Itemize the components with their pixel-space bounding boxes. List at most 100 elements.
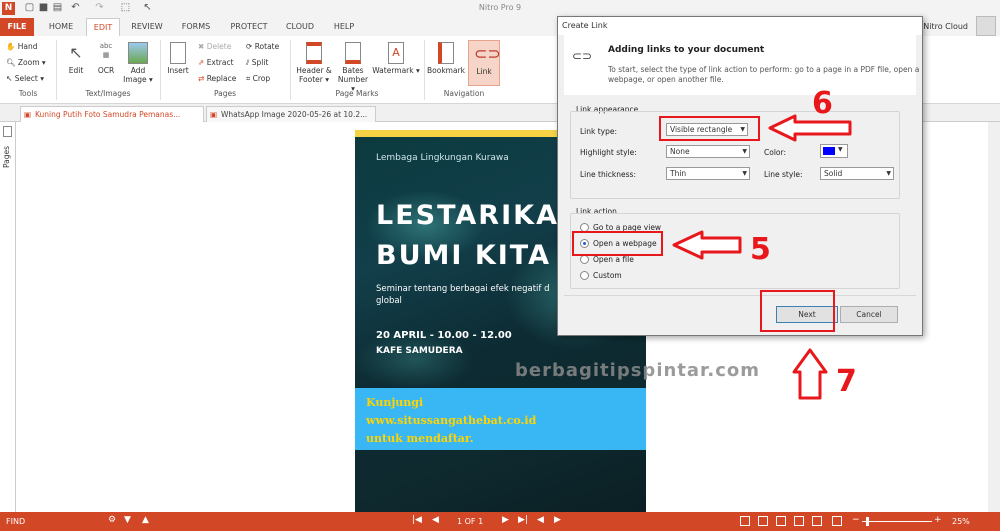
crop-icon: ⌗	[246, 74, 251, 83]
hand-tool[interactable]: ✋ Hand	[6, 42, 37, 51]
add-image-button[interactable]: Add Image ▾	[122, 42, 154, 84]
radio-open-file[interactable]	[580, 255, 589, 264]
cursor-icon: ↖	[6, 74, 13, 83]
split-icon: ⫽	[246, 58, 250, 67]
bates-number-icon	[345, 42, 361, 64]
cta-line-3: untuk mendaftar.	[366, 432, 474, 445]
group-separator	[290, 40, 291, 100]
dialog-heading: Adding links to your document	[608, 45, 765, 55]
rotate-button[interactable]: ⟳ Rotate	[246, 42, 279, 51]
bookmark-button[interactable]: Bookmark	[426, 42, 466, 75]
tab-edit[interactable]: EDIT	[86, 18, 120, 36]
insert-button[interactable]: Insert	[164, 42, 192, 75]
cloud-account-label[interactable]: Nitro Cloud	[923, 22, 968, 31]
group-separator	[160, 40, 161, 100]
extract-button[interactable]: ⇗ Extract	[198, 58, 234, 67]
find-next-icon[interactable]: ▲	[142, 515, 149, 525]
bookmark-icon	[438, 42, 454, 64]
next-page-icon[interactable]: ▶	[502, 515, 509, 525]
zoom-slider[interactable]	[862, 521, 932, 522]
doc-tab-active[interactable]: ▣ Kuning Putih Foto Samudra Pemanas...	[20, 106, 204, 122]
group-label-page-marks: Page Marks	[335, 89, 379, 98]
organization-text: Lembaga Lingkungan Kurawa	[376, 153, 509, 163]
delete-button[interactable]: ✖ Delete	[198, 42, 231, 51]
group-separator	[424, 40, 425, 100]
continuous-view-icon[interactable]	[758, 516, 768, 526]
first-page-icon[interactable]: |◀	[412, 515, 422, 525]
event-date: 20 APRIL - 10.00 - 12.00	[376, 330, 512, 341]
avatar[interactable]	[976, 16, 996, 36]
group-label-navigation: Navigation	[443, 89, 485, 98]
zoom-level[interactable]: 25%	[952, 517, 970, 526]
arrow-left-icon	[768, 114, 852, 142]
facing-view-icon[interactable]	[776, 516, 786, 526]
ocr-icon: abc ▦	[99, 42, 113, 59]
status-bar: FIND ⚙ ▼ ▲ |◀ ◀ 1 OF 1 ▶ ▶| ◀ ▶ − + 25%	[0, 512, 1000, 531]
step-number-7: 7	[836, 364, 857, 399]
split-button[interactable]: ⫽ Split	[246, 58, 268, 68]
group-label-pages: Pages	[213, 89, 237, 98]
header-footer-button[interactable]: Header & Footer ▾	[294, 42, 334, 84]
zoom-icon: 🔍︎	[6, 58, 16, 67]
event-venue: KAFE SAMUDERA	[376, 346, 463, 356]
doc-tab[interactable]: ▣ WhatsApp Image 2020-05-26 at 10.2...	[206, 106, 376, 122]
highlight-style-label: Highlight style:	[580, 148, 637, 157]
select-tool[interactable]: ↖ Select ▾	[6, 74, 44, 83]
facing-continuous-view-icon[interactable]	[794, 516, 804, 526]
single-page-view-icon[interactable]	[740, 516, 750, 526]
link-icon: ⊂⊃	[572, 49, 593, 63]
fit-page-icon[interactable]	[812, 516, 822, 526]
arrow-left-icon	[672, 230, 742, 260]
hand-icon: ✋	[6, 42, 16, 51]
arrow-up-icon	[792, 348, 828, 400]
page-indicator[interactable]: 1 OF 1	[457, 517, 483, 526]
header-footer-icon	[306, 42, 322, 64]
tab-cloud[interactable]: CLOUD	[280, 18, 320, 36]
find-previous-icon[interactable]: ▼	[124, 515, 131, 525]
group-separator	[56, 40, 57, 100]
settings-gear-icon[interactable]: ⚙	[108, 515, 116, 525]
pdf-file-icon: ▣	[24, 110, 32, 119]
tab-protect[interactable]: PROTECT	[226, 18, 272, 36]
tab-review[interactable]: REVIEW	[126, 18, 168, 36]
pdf-file-icon: ▣	[210, 110, 218, 119]
zoom-out-icon[interactable]: −	[852, 515, 860, 525]
group-label-tools: Tools	[18, 89, 38, 98]
pages-panel-icon[interactable]	[3, 126, 12, 137]
zoom-tool[interactable]: 🔍︎ Zoom ▾	[6, 58, 46, 67]
forward-view-icon[interactable]: ▶	[554, 515, 561, 525]
cta-line-1: Kunjungi	[366, 396, 424, 409]
bates-number-button[interactable]: Bates Number ▾	[336, 42, 370, 93]
back-view-icon[interactable]: ◀	[537, 515, 544, 525]
find-label[interactable]: FIND	[6, 517, 25, 526]
edit-button[interactable]: ↖ Edit	[62, 42, 90, 75]
zoom-in-icon[interactable]: +	[934, 515, 942, 525]
replace-button[interactable]: ⇄ Replace	[198, 74, 236, 83]
delete-icon: ✖	[198, 42, 205, 51]
tab-file[interactable]: FILE	[0, 18, 34, 36]
tab-forms[interactable]: FORMS	[176, 18, 216, 36]
link-type-label: Link type:	[580, 127, 618, 136]
radio-custom[interactable]	[580, 271, 589, 280]
cta-link-text: www.situssangathebat.co.id	[366, 414, 537, 427]
rotate-icon: ⟳	[246, 42, 253, 51]
tab-help[interactable]: HELP	[328, 18, 360, 36]
dialog-description-1: To start, select the type of link action…	[608, 65, 920, 74]
tab-home[interactable]: HOME	[42, 18, 80, 36]
last-page-icon[interactable]: ▶|	[518, 515, 528, 525]
subtitle-line-2: global	[376, 296, 402, 306]
crop-button[interactable]: ⌗ Crop	[246, 74, 270, 84]
annotation-arrows	[672, 114, 852, 400]
ocr-button[interactable]: abc ▦ OCR	[92, 42, 120, 75]
radio-label: Open a file	[593, 255, 634, 264]
radio-label: Custom	[593, 271, 622, 280]
insert-page-icon	[170, 42, 186, 64]
replace-icon: ⇄	[198, 74, 205, 83]
pages-panel-label[interactable]: Pages	[2, 146, 11, 168]
zoom-slider-thumb[interactable]	[866, 517, 869, 526]
watermark-icon: A	[388, 42, 404, 64]
previous-page-icon[interactable]: ◀	[432, 515, 439, 525]
watermark-button[interactable]: A Watermark ▾	[372, 42, 420, 75]
link-button[interactable]: ⊂⊃ Link	[468, 40, 501, 86]
fit-width-icon[interactable]	[832, 516, 842, 526]
